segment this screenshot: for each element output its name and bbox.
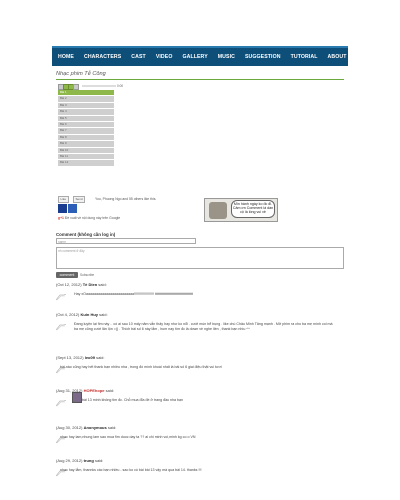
comment-form-title: Comment (không cần log in) xyxy=(56,232,116,237)
comment-said: said: xyxy=(94,458,104,463)
comic-figure xyxy=(209,202,227,219)
comment-author[interactable]: HOPEhope xyxy=(84,388,105,393)
comment-body: nhac hay lam,nhung lam sao mua fim duoc … xyxy=(60,435,196,439)
comment-header: (Aug 30, 2012) Anonymous said: xyxy=(56,425,344,430)
facebook-like-count: You, Phuong Ngo and 55 others like this. xyxy=(95,196,157,201)
comment-header: (Oct 4, 2012) Kuin Huy said: xyxy=(56,312,344,317)
comment-author: Tè Dien xyxy=(82,282,98,287)
comment-item: (Sept 13, 2012) leo09 said: bài nào cũng… xyxy=(55,355,344,374)
nav-suggestion[interactable]: SUGGESTION xyxy=(245,54,281,60)
comment-said: said: xyxy=(96,355,105,360)
comment-item: (Aug 30, 2012) Anonymous said: nhac hay … xyxy=(55,425,344,444)
title-divider xyxy=(56,79,344,80)
comment-body: nhạc hay lắm, thannks các bạn nhiều - sa… xyxy=(60,468,202,472)
submit-comment-button[interactable]: comment xyxy=(56,272,78,278)
google-plus-icon[interactable]: g+1 xyxy=(58,216,64,220)
quote-icon xyxy=(55,288,67,301)
user-avatar xyxy=(72,392,82,403)
comment-author: Kuin Huy xyxy=(80,312,99,317)
nav-characters[interactable]: CHARACTERS xyxy=(84,54,121,60)
comment-author: leo09 xyxy=(84,355,95,360)
nav-music[interactable]: MUSIC xyxy=(218,54,235,60)
nav-video[interactable]: VIDEO xyxy=(156,54,173,60)
nav-tutorial[interactable]: TUTORIAL xyxy=(291,54,318,60)
comment-textarea[interactable]: nh comment ở đây xyxy=(56,247,344,269)
nav-cast[interactable]: CAST xyxy=(131,54,146,60)
comic-image: Mìn hành ngày ko đc đi. Cảm ơn Comment l… xyxy=(204,198,278,222)
main-navigation: HOME CHARACTERS CAST VIDEO GALLERY MUSIC… xyxy=(52,46,348,66)
comment-date: (Sept 13, 2012) xyxy=(56,355,84,360)
playlist-item[interactable]: Bài 12 xyxy=(58,160,114,167)
comment-item: (Aug 31, 2012) HOPEhope said: bài 13 min… xyxy=(55,388,344,407)
comment-item: (Oct 4, 2012) Kuin Huy said: Đang luyện … xyxy=(55,312,344,331)
page-container: HOME CHARACTERS CAST VIDEO GALLERY MUSIC… xyxy=(52,46,348,484)
speech-bubble: Mìn hành ngày ko đc đi. Cảm ơn Comment l… xyxy=(231,200,275,218)
comment-header: (Oct 12, 2012) Tè Dien said: xyxy=(56,282,344,287)
comment-date: (Oct 12, 2012) xyxy=(56,282,82,287)
send-button[interactable]: Send xyxy=(73,196,86,203)
subscribe-link[interactable]: Subscribe xyxy=(80,273,94,277)
comment-date: (Aug 30, 2012) xyxy=(56,425,83,430)
google-plus-text: Đề xuất về nội dung này trên Google xyxy=(64,216,121,220)
profile-thumbnail xyxy=(58,204,67,213)
comment-body: bài nào cũng hay hết thank bạn nhiều nha… xyxy=(60,365,222,369)
comment-header: (Aug 31, 2012) HOPEhope said: xyxy=(56,388,344,393)
comment-said: said: xyxy=(107,425,117,430)
comment-header: (Aug 29, 2012) trung said: xyxy=(56,458,344,463)
comment-said: said: xyxy=(105,388,115,393)
google-plus-recommend[interactable]: g+1 Đề xuất về nội dung này trên Google xyxy=(58,216,120,220)
comment-author: trung xyxy=(83,458,94,463)
profile-thumbnail xyxy=(68,204,77,213)
comment-body: bài 13 minh không tim đc. Chỗ mua đĩa đề… xyxy=(82,398,184,402)
comment-body: Hay xOaaaaaaaaaaaaaaaaaaaaaaaa!!!!!!!!!!… xyxy=(74,292,193,296)
quote-icon xyxy=(55,394,67,407)
nav-home[interactable]: HOME xyxy=(58,54,74,60)
page-title: Nhạc phim Tễ Công xyxy=(56,71,106,77)
nav-about[interactable]: ABOUT xyxy=(328,54,347,60)
comment-body: Đang luyện lại fim này .. có ai sau 10 m… xyxy=(74,322,333,331)
name-input[interactable]: name xyxy=(56,238,196,244)
nav-gallery[interactable]: GALLERY xyxy=(182,54,207,60)
quote-icon xyxy=(55,318,67,331)
comment-said: said: xyxy=(98,282,107,287)
music-player: 0:00 Bài 1 Bài 2 Bài 3 Bài 4 Bài 5 Bài 6… xyxy=(58,83,126,167)
comment-header: (Sept 13, 2012) leo09 said: xyxy=(56,355,344,360)
comment-date: (Aug 29, 2012) xyxy=(56,458,83,463)
comment-item: (Aug 29, 2012) trung said: nhạc hay lắm,… xyxy=(55,458,344,477)
comment-date: (Oct 4, 2012) xyxy=(56,312,80,317)
player-time: 0:00 xyxy=(117,83,124,88)
playlist: Bài 1 Bài 2 Bài 3 Bài 4 Bài 5 Bài 6 Bài … xyxy=(58,90,114,167)
comment-item: (Oct 12, 2012) Tè Dien said: Hay xOaaaaa… xyxy=(55,282,344,301)
like-button[interactable]: Like xyxy=(58,196,69,203)
comment-said: said: xyxy=(99,312,108,317)
progress-bar[interactable] xyxy=(82,85,116,87)
comment-author: Anonymous xyxy=(83,425,107,430)
